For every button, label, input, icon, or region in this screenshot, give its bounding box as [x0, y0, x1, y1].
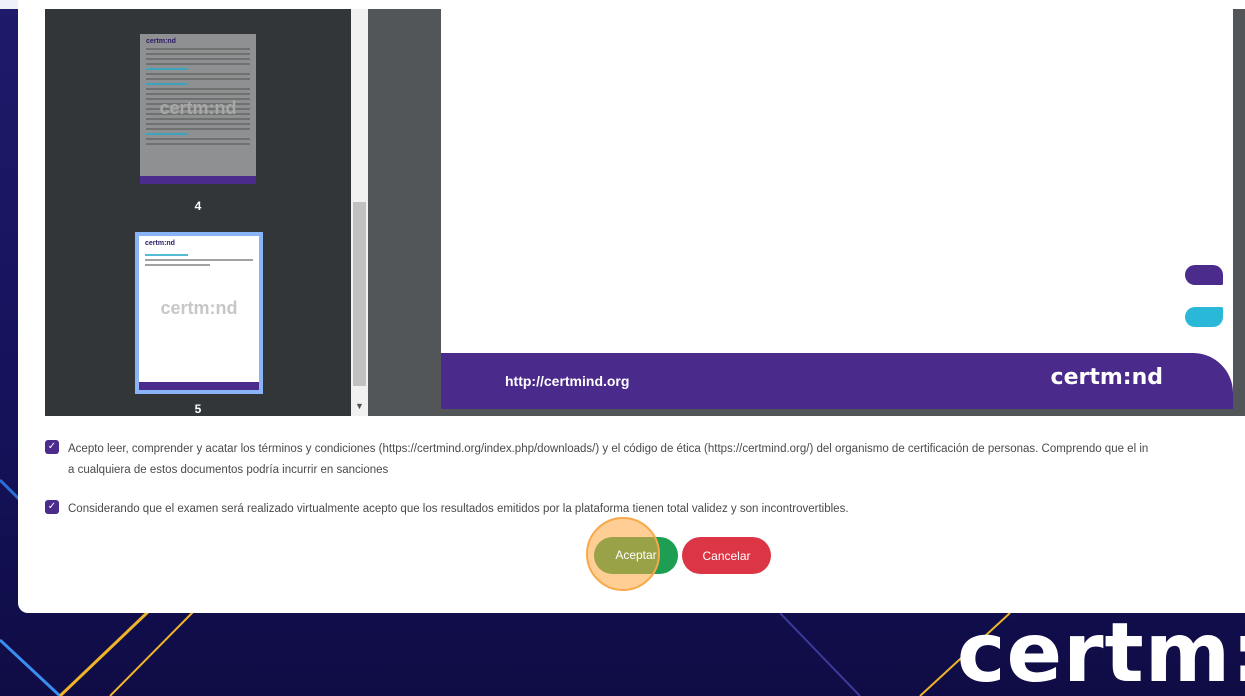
- thumbnail-watermark: certm:nd: [159, 98, 237, 118]
- cancel-button[interactable]: Cancelar: [682, 537, 771, 574]
- thumbnail-page-number: 4: [194, 199, 202, 213]
- thumbnail-page-5[interactable]: certm:nd certm:nd: [135, 232, 263, 394]
- scrollbar-thumb[interactable]: [353, 202, 366, 386]
- terms-checkbox[interactable]: ✓: [45, 440, 59, 454]
- brand-shape-purple: [1185, 265, 1223, 285]
- thumbnail-page-4[interactable]: certm:nd certm:nd: [140, 34, 256, 184]
- thumbnail-logo: certm:nd: [146, 38, 176, 45]
- virtual-exam-checkbox-row: ✓ Considerando que el examen será realiz…: [45, 499, 849, 519]
- thumbnail-watermark: certm:nd: [160, 298, 238, 318]
- pdf-page-footer: http://certmind.org certm:nd: [441, 353, 1233, 409]
- thumbnail-footer: [139, 382, 259, 390]
- terms-label-continued: a cualquiera de estos documentos podría …: [68, 464, 389, 476]
- scroll-down-arrow-icon[interactable]: ▼: [351, 396, 368, 416]
- thumbnail-page-number: 5: [194, 402, 202, 416]
- thumbnail-scrollbar[interactable]: ▼: [351, 9, 368, 416]
- thumbnail-footer: [140, 176, 256, 184]
- thumbnail-page-5-sheet: certm:nd certm:nd: [139, 236, 259, 390]
- pdf-viewer: certm:nd certm:nd 4 certm:nd certm:nd 5: [45, 9, 1245, 416]
- footer-logo: certm:nd: [1050, 365, 1163, 390]
- background-brand-logo: certm:: [956, 606, 1245, 696]
- accept-button[interactable]: [594, 537, 678, 574]
- brand-shape-teal: [1185, 307, 1223, 327]
- virtual-exam-checkbox[interactable]: ✓: [45, 500, 59, 514]
- thumbnail-panel: certm:nd certm:nd 4 certm:nd certm:nd 5: [45, 9, 351, 416]
- footer-url: http://certmind.org: [505, 373, 630, 389]
- thumbnail-text-lines: [145, 254, 253, 269]
- terms-checkbox-row: ✓ Acepto leer, comprender y acatar los t…: [45, 439, 1148, 459]
- pdf-page-view: http://certmind.org certm:nd: [441, 9, 1233, 409]
- thumbnail-logo: certm:nd: [145, 240, 175, 247]
- virtual-exam-label: Considerando que el examen será realizad…: [68, 503, 849, 515]
- terms-label: Acepto leer, comprender y acatar los tér…: [68, 443, 1149, 455]
